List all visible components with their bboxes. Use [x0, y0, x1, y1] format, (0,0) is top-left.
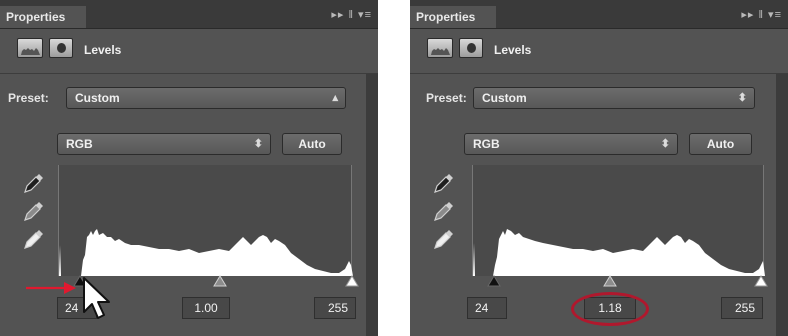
adjustment-title: Levels [494, 43, 532, 57]
channel-select[interactable]: RGB ⬍ [57, 133, 271, 155]
input-gamma-field[interactable]: 1.00 [182, 297, 230, 319]
auto-button[interactable]: Auto [282, 133, 342, 155]
white-point-eyedropper-icon[interactable] [22, 227, 46, 251]
input-white-field[interactable]: 255 [721, 297, 763, 319]
panel-tab-bar: Properties ▸▸ ‖ ▾≡ [410, 0, 788, 29]
input-black-field[interactable]: 24 [467, 297, 507, 319]
gamma-slider[interactable] [603, 275, 617, 287]
white-point-eyedropper-icon[interactable] [432, 227, 456, 251]
gray-point-eyedropper-icon[interactable] [22, 199, 46, 223]
preset-value: Custom [482, 91, 527, 105]
tab-properties[interactable]: Properties [0, 6, 86, 28]
updown-arrows-icon: ⬍ [737, 92, 747, 104]
white-point-slider[interactable] [754, 275, 768, 287]
adjustment-title: Levels [84, 43, 122, 57]
panel-menu-controls[interactable]: ▸▸ ‖ ▾≡ [741, 8, 782, 21]
mask-icon[interactable] [49, 38, 73, 58]
gamma-slider[interactable] [213, 275, 227, 287]
panel-menu-controls[interactable]: ▸▸ ‖ ▾≡ [331, 8, 372, 21]
preset-label: Preset: [8, 91, 49, 105]
levels-histogram-icon[interactable] [17, 38, 43, 58]
mask-icon[interactable] [459, 38, 483, 58]
levels-histogram-icon[interactable] [427, 38, 453, 58]
mouse-pointer-icon [83, 277, 110, 319]
levels-histogram [472, 165, 765, 276]
gray-point-eyedropper-icon[interactable] [432, 199, 456, 223]
highlight-oval-annotation [571, 292, 649, 326]
levels-histogram [58, 165, 353, 276]
channel-select[interactable]: RGB ⬍ [464, 133, 678, 155]
black-point-eyedropper-icon[interactable] [432, 171, 456, 195]
tab-properties[interactable]: Properties [410, 6, 496, 28]
channel-value: RGB [473, 137, 500, 151]
auto-button[interactable]: Auto [689, 133, 752, 155]
updown-arrows-icon: ▴ [332, 92, 338, 104]
preset-select[interactable]: Custom ▴ [66, 87, 346, 109]
updown-arrows-icon: ⬍ [253, 138, 263, 150]
input-white-field[interactable]: 255 [314, 297, 356, 319]
white-point-slider[interactable] [345, 275, 359, 287]
adjustment-header: Levels [0, 29, 378, 74]
black-point-eyedropper-icon[interactable] [22, 171, 46, 195]
properties-panel-right: Properties ▸▸ ‖ ▾≡ Levels Preset: Custom… [410, 0, 788, 336]
updown-arrows-icon: ⬍ [660, 138, 670, 150]
red-arrow-annotation [26, 282, 76, 294]
adjustment-header: Levels [410, 29, 788, 74]
preset-select[interactable]: Custom ⬍ [473, 87, 755, 109]
panel-scrollbar[interactable] [366, 74, 378, 336]
channel-value: RGB [66, 137, 93, 151]
preset-label: Preset: [426, 91, 467, 105]
preset-value: Custom [75, 91, 120, 105]
panel-tab-bar: Properties ▸▸ ‖ ▾≡ [0, 0, 378, 29]
black-point-slider[interactable] [487, 275, 501, 287]
panel-scrollbar[interactable] [776, 74, 788, 336]
